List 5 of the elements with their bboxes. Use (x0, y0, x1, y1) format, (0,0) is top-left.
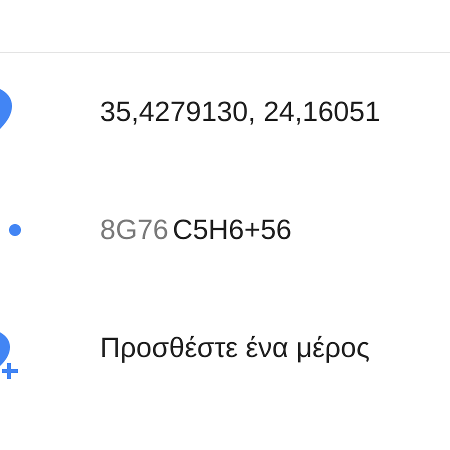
plus-code-area: 8G76 (100, 214, 168, 246)
add-place-label[interactable]: Προσθέστε ένα μέρος (100, 332, 370, 364)
plus-code: C5H6+56 (172, 214, 292, 246)
coordinates-text: 35,4279130, 24,16051 (100, 96, 380, 128)
dot-icon (9, 224, 21, 236)
